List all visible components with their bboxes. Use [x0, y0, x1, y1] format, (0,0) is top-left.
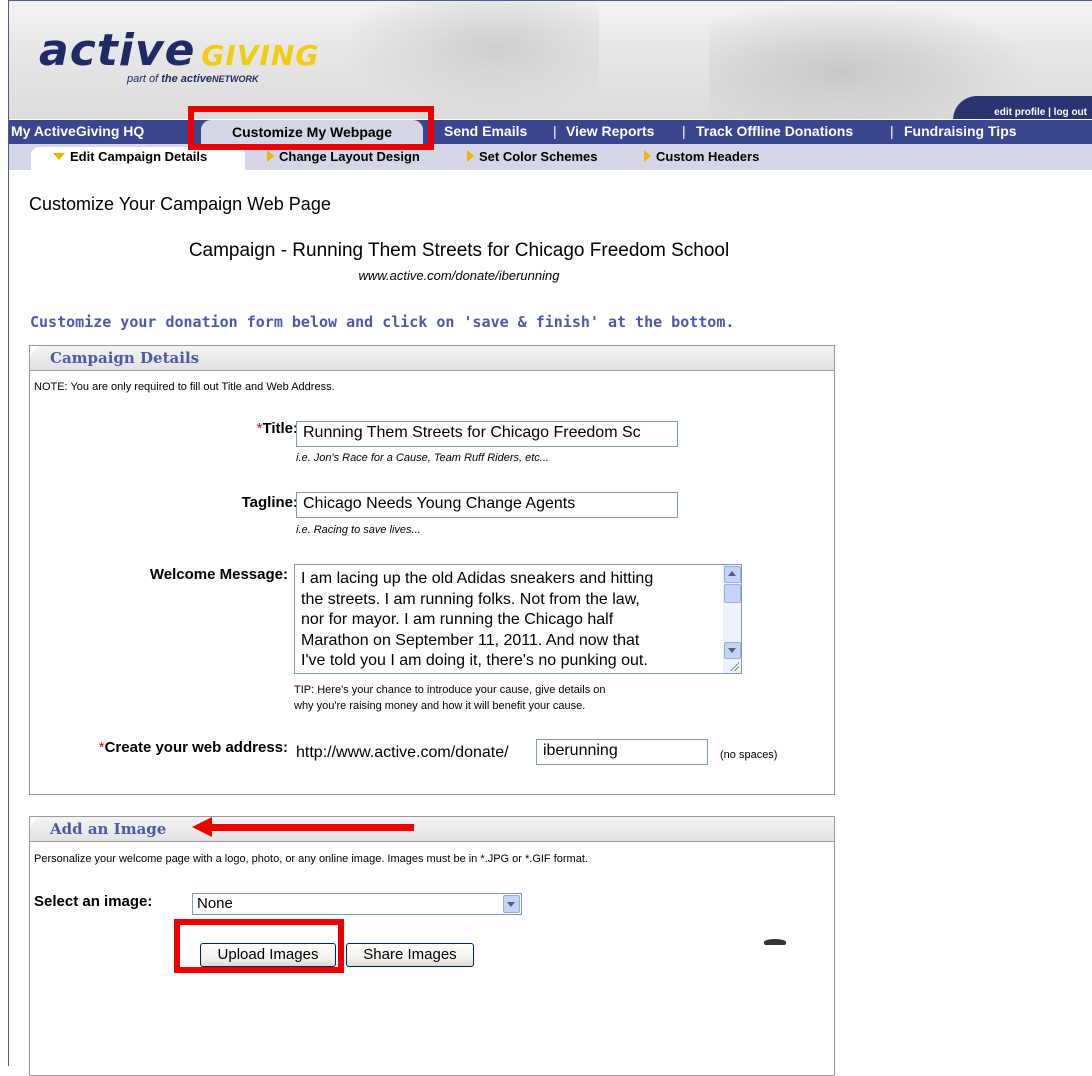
activegiving-logo[interactable]: active GIVING part of the activeNETWORK: [39, 29, 320, 86]
welcome-tip: TIP: Here's your chance to introduce you…: [294, 682, 606, 714]
title-hint: i.e. Jon's Race for a Cause, Team Ruff R…: [296, 452, 549, 464]
edit-profile-link[interactable]: edit profile: [994, 107, 1045, 118]
welcome-message-line: nor for mayor. I am running the Chicago …: [301, 611, 614, 628]
web-address-prefix: http://www.active.com/donate/: [296, 744, 509, 761]
red-arrow-line: [208, 824, 414, 831]
welcome-message-text: I am lacing up the old Adidas sneakers a…: [301, 569, 711, 672]
scroll-down-button[interactable]: [724, 642, 741, 659]
title-input[interactable]: Running Them Streets for Chicago Freedom…: [296, 421, 678, 447]
upload-images-button[interactable]: Upload Images: [200, 943, 336, 967]
page-frame: active GIVING part of the activeNETWORK e…: [8, 0, 1092, 1076]
profile-links: edit profile | log out: [994, 107, 1087, 118]
arrow-down-icon: [728, 648, 736, 653]
scroll-up-button[interactable]: [724, 566, 741, 583]
header-banner: active GIVING part of the activeNETWORK e…: [9, 1, 1092, 119]
dropdown-button[interactable]: [503, 895, 520, 913]
logo-active-text: active: [39, 25, 196, 76]
title-label-text: Title:: [262, 420, 298, 437]
nav-fundraising-tips[interactable]: Fundraising Tips: [904, 120, 1017, 144]
welcome-tip-line: why you're raising money and how it will…: [294, 700, 586, 712]
add-image-panel: Add an Image Personalize your welcome pa…: [29, 816, 835, 1076]
campaign-name: Campaign - Running Them Streets for Chic…: [188, 240, 730, 261]
select-image-dropdown[interactable]: None: [192, 893, 522, 915]
subtab-set-color-schemes[interactable]: Set Color Schemes: [467, 149, 598, 167]
triangle-down-icon: [53, 153, 65, 160]
nav-my-activegiving-hq[interactable]: My ActiveGiving HQ: [11, 120, 144, 144]
nav-separator: |: [682, 123, 686, 139]
triangle-right-icon: [267, 150, 274, 162]
main-nav: My ActiveGiving HQ | Send Emails | View …: [9, 120, 1092, 144]
profile-link-separator: |: [1048, 107, 1051, 118]
welcome-message-line: I am lacing up the old Adidas sneakers a…: [301, 570, 654, 587]
nav-track-offline-donations[interactable]: Track Offline Donations: [696, 120, 853, 144]
triangle-right-icon: [644, 150, 651, 162]
web-address-label: *Create your web address:: [40, 739, 288, 756]
logo-tagline-brand: the active: [161, 73, 212, 85]
resize-grip-icon[interactable]: [729, 661, 739, 671]
subtab-label: Custom Headers: [656, 149, 760, 164]
logo-tagline-prefix: part of: [127, 73, 159, 85]
scroll-thumb[interactable]: [724, 584, 741, 603]
campaign-details-heading: Campaign Details: [50, 349, 200, 367]
tagline-hint: i.e. Racing to save lives...: [296, 524, 421, 536]
tab-customize-my-webpage-label: Customize My Webpage: [232, 124, 392, 140]
instruction-text: Customize your donation form below and c…: [30, 313, 735, 331]
page-title: Customize Your Campaign Web Page: [29, 194, 331, 214]
nav-send-emails[interactable]: Send Emails: [444, 120, 527, 144]
nav-separator: |: [187, 123, 191, 139]
logo-tagline-suffix: NETWORK: [212, 74, 259, 84]
triangle-right-icon: [467, 150, 474, 162]
image-fragment: [764, 939, 786, 945]
log-out-link[interactable]: log out: [1054, 107, 1087, 118]
welcome-message-label: Welcome Message:: [149, 566, 288, 583]
select-image-value: None: [197, 895, 233, 912]
welcome-tip-line: TIP: Here's your chance to introduce you…: [294, 684, 606, 696]
campaign-url: www.active.com/donate/iberunning: [358, 268, 560, 283]
select-image-label: Select an image:: [34, 893, 153, 910]
tab-customize-my-webpage[interactable]: Customize My Webpage: [201, 120, 423, 145]
welcome-message-line: I've told you I am doing it, there's no …: [301, 652, 648, 669]
welcome-message-textarea[interactable]: I am lacing up the old Adidas sneakers a…: [294, 564, 742, 674]
subtab-label: Edit Campaign Details: [70, 149, 208, 164]
share-images-button[interactable]: Share Images: [346, 943, 474, 967]
campaign-details-panel: Campaign Details NOTE: You are only requ…: [29, 345, 835, 795]
logo-giving-text: GIVING: [201, 39, 320, 72]
web-address-hint: (no spaces): [720, 749, 778, 761]
subtab-label: Set Color Schemes: [479, 149, 598, 164]
add-image-note: Personalize your welcome page with a log…: [34, 853, 588, 865]
panel-header: Campaign Details: [30, 346, 834, 371]
tagline-label: Tagline:: [241, 494, 298, 511]
textarea-scrollbar[interactable]: [723, 565, 741, 673]
nav-separator: |: [553, 123, 557, 139]
logo-tagline: part of the activeNETWORK: [127, 73, 259, 85]
welcome-message-line: Marathon on September 11, 2011. And now …: [301, 631, 640, 649]
banner-photo: [339, 1, 599, 119]
web-address-input[interactable]: iberunning: [536, 739, 708, 765]
tagline-input[interactable]: Chicago Needs Young Change Agents: [296, 492, 678, 518]
nav-separator: |: [890, 123, 894, 139]
chevron-down-icon: [507, 902, 515, 907]
subtab-custom-headers[interactable]: Custom Headers: [644, 149, 759, 167]
panel-header: Add an Image: [30, 817, 834, 842]
web-address-label-text: Create your web address:: [104, 739, 288, 756]
nav-view-reports[interactable]: View Reports: [566, 120, 654, 144]
subtab-change-layout-design[interactable]: Change Layout Design: [267, 149, 420, 167]
arrow-up-icon: [728, 571, 736, 576]
subtab-label: Change Layout Design: [279, 149, 420, 164]
add-image-heading: Add an Image: [50, 820, 167, 838]
subtab-edit-campaign-details-label[interactable]: Edit Campaign Details: [53, 149, 207, 167]
title-label: *Title:: [180, 420, 298, 437]
welcome-message-line: the streets. I am running folks. Not fro…: [301, 590, 640, 608]
required-note: NOTE: You are only required to fill out …: [34, 381, 335, 393]
